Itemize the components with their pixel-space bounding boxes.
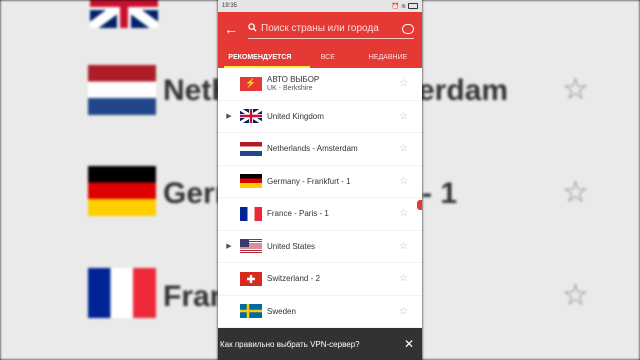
battery-icon: [408, 3, 418, 9]
scroll-indicator[interactable]: [417, 200, 422, 210]
server-label: Netherlands - Amsterdam: [267, 144, 358, 154]
status-icons: ⏰ ≋: [391, 3, 418, 10]
wifi-icon: ≋: [400, 3, 406, 10]
bg-label-france: Fran: [163, 280, 218, 313]
back-arrow-icon[interactable]: ←: [224, 21, 248, 37]
server-sublabel: UK - Berkshire: [267, 85, 313, 93]
nl-flag-icon: [240, 141, 262, 156]
tab-recent[interactable]: НЕДАВНИЕ: [354, 54, 422, 61]
expand-arrow-icon[interactable]: ▶: [218, 112, 240, 120]
star-icon[interactable]: ☆: [399, 111, 408, 122]
star-icon: ☆: [562, 279, 589, 312]
star-icon[interactable]: ☆: [399, 273, 408, 284]
expand-arrow-icon[interactable]: ▶: [218, 242, 240, 250]
star-icon[interactable]: ☆: [399, 241, 408, 252]
search-input[interactable]: [261, 23, 402, 34]
us-flag-icon: [240, 239, 262, 254]
list-item[interactable]: Sweden ☆: [218, 296, 422, 328]
uk-flag-icon: [87, 0, 161, 33]
server-label: Germany - Frankfurt - 1: [267, 176, 351, 186]
toolbar: ←: [218, 12, 422, 46]
star-icon[interactable]: ☆: [399, 306, 408, 317]
bg-label-netherlands-right: erdam: [422, 74, 509, 107]
snackbar[interactable]: Как правильно выбрать VPN-сервер? ✕: [218, 328, 422, 360]
server-list: ⚡ АВТО ВЫБОР UK - Berkshire ☆ ▶ United K…: [218, 68, 422, 328]
bg-label-netherlands: Neth: [163, 74, 218, 107]
star-icon: ☆: [562, 176, 589, 209]
list-item[interactable]: ▶ United States ☆: [218, 231, 422, 263]
server-label: Switzerland - 2: [267, 274, 320, 284]
background-left: Neth Gern Fran: [0, 0, 218, 360]
server-label: United States: [267, 241, 316, 251]
list-item[interactable]: France - Paris - 1 ☆: [218, 198, 422, 231]
list-item[interactable]: Netherlands - Amsterdam ☆: [218, 133, 422, 166]
close-icon[interactable]: ✕: [404, 337, 414, 351]
search-icon: [248, 22, 257, 35]
list-item[interactable]: ⚡ АВТО ВЫБОР UK - Berkshire ☆: [218, 68, 422, 101]
cloud-download-icon[interactable]: [402, 23, 414, 34]
list-item[interactable]: ▶ United Kingdom ☆: [218, 101, 422, 133]
bg-label-germany-right: - 1: [422, 177, 458, 210]
star-icon[interactable]: ☆: [399, 208, 408, 219]
server-label: United Kingdom: [267, 111, 324, 121]
search-bar[interactable]: [248, 20, 414, 39]
se-flag-icon: [240, 304, 262, 319]
tab-all[interactable]: ВСЕ: [302, 54, 354, 61]
lightning-icon: ⚡: [240, 76, 262, 91]
alarm-icon: ⏰: [391, 3, 399, 10]
tab-bar: РЕКОМЕНДУЕТСЯ ВСЕ НЕДАВНИЕ: [218, 46, 422, 68]
list-item[interactable]: Switzerland - 2 ☆: [218, 263, 422, 296]
snackbar-text[interactable]: Как правильно выбрать VPN-сервер?: [220, 340, 360, 349]
server-label: Sweden: [267, 306, 296, 316]
bg-label-germany: Gern: [163, 177, 218, 210]
status-bar: 19:35 ⏰ ≋: [218, 0, 422, 12]
de-flag-icon: [88, 166, 156, 216]
background-right: erdam ☆ - 1 ☆ ☆: [422, 0, 640, 360]
phone-screen: 19:35 ⏰ ≋ ← РЕКОМЕНДУЕТСЯ ВСЕ НЕДАВНИЕ ⚡…: [218, 0, 422, 360]
star-icon[interactable]: ☆: [399, 176, 408, 187]
uk-flag-icon: [240, 109, 262, 124]
server-label: France - Paris - 1: [267, 209, 329, 219]
server-label: АВТО ВЫБОР: [267, 75, 320, 85]
nl-flag-icon: [88, 65, 156, 115]
star-icon: ☆: [562, 73, 589, 106]
de-flag-icon: [240, 174, 262, 189]
star-icon[interactable]: ☆: [399, 78, 408, 89]
tab-recommended[interactable]: РЕКОМЕНДУЕТСЯ: [218, 54, 302, 61]
fr-flag-icon: [88, 268, 156, 318]
list-item[interactable]: Germany - Frankfurt - 1 ☆: [218, 166, 422, 198]
star-icon[interactable]: ☆: [399, 143, 408, 154]
fr-flag-icon: [240, 206, 262, 221]
status-time: 19:35: [222, 3, 238, 9]
ch-flag-icon: [240, 271, 262, 286]
